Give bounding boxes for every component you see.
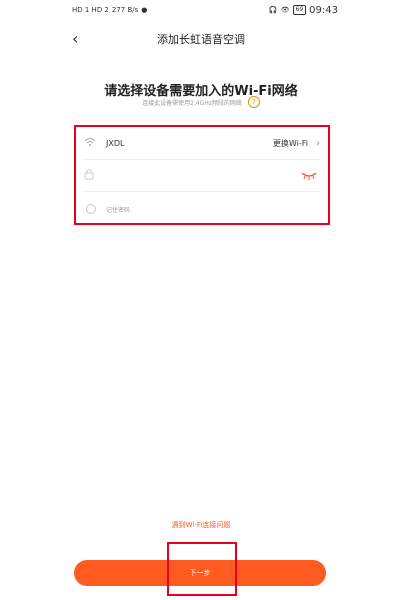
subtitle-line: 连接此设备需使用2.4GHz频段的网络 ?: [62, 96, 340, 108]
message-icon: ●: [141, 6, 148, 14]
headphone-icon: 🎧: [268, 6, 278, 14]
next-button[interactable]: 下一步: [74, 560, 326, 586]
signal-icons: HD 1 HD 2: [72, 6, 109, 14]
band-note: 连接此设备需使用2.4GHz频段的网络: [142, 99, 242, 107]
header: ‹ 添加长虹语音空调: [62, 26, 340, 52]
remember-row[interactable]: 记住密码: [84, 193, 320, 225]
status-right: 🎧 👁 69 09:43: [269, 5, 338, 16]
eye-closed-icon[interactable]: [298, 170, 320, 180]
password-input[interactable]: [106, 169, 298, 181]
eye-icon: 👁: [280, 6, 290, 14]
change-wifi-link[interactable]: 更换Wi-Fi: [273, 138, 308, 149]
network-speed: 277 B/s: [111, 6, 139, 14]
wifi-form: JXDL 更换Wi-Fi › 记住密码: [74, 125, 330, 225]
status-bar: HD 1 HD 2 277 B/s ● 🎧 👁 69 09:43: [72, 0, 338, 20]
remember-label: 记住密码: [106, 206, 131, 214]
battery-icon: 69: [292, 5, 307, 15]
help-icon[interactable]: ?: [247, 96, 260, 108]
status-left: HD 1 HD 2 277 B/s ●: [72, 6, 147, 14]
lock-icon: [84, 168, 98, 183]
remember-checkbox[interactable]: [86, 204, 96, 214]
page-title: 添加长虹语音空调: [157, 33, 245, 46]
chevron-right-icon[interactable]: ›: [316, 138, 320, 149]
wifi-icon: [84, 137, 98, 150]
wifi-row[interactable]: JXDL 更换Wi-Fi ›: [84, 127, 320, 160]
password-row: [84, 159, 320, 192]
wifi-help-link[interactable]: 遇到Wi-Fi连接问题: [62, 520, 340, 530]
wifi-ssid: JXDL: [106, 138, 125, 148]
back-icon[interactable]: ‹: [72, 29, 78, 49]
clock: 09:43: [309, 4, 338, 16]
